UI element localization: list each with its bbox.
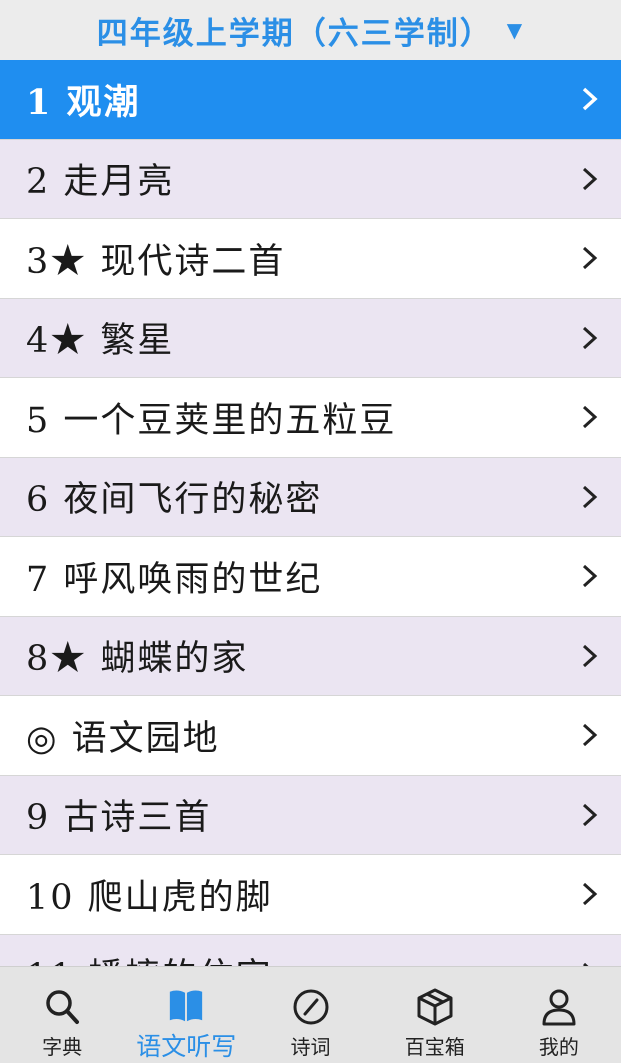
lesson-label: 2 走月亮 [26,162,175,203]
lesson-row[interactable]: 4★ 繁星 [0,298,621,378]
lesson-label: 4★ 繁星 [26,321,175,362]
tab-label: 字典 [42,1035,83,1059]
chevron-right-icon [581,86,599,112]
box-icon [417,988,453,1026]
lesson-label: 3★ 现代诗二首 [26,241,286,282]
lesson-list[interactable]: 1 观潮 2 走月亮 3★ 现代诗二首 4★ 繁星 5 一个豆荚里的五粒豆 6 … [0,60,621,966]
tab-dictation[interactable]: 语文听写 [124,967,248,1063]
search-icon [46,990,80,1024]
tab-poetry[interactable]: 诗词 [248,967,372,1063]
lesson-row[interactable]: 3★ 现代诗二首 [0,219,621,299]
tab-profile[interactable]: 我的 [497,967,621,1063]
tab-dictionary[interactable]: 字典 [0,967,124,1063]
lesson-label: 8★ 蝴蝶的家 [26,639,249,680]
chevron-right-icon [581,881,599,907]
tab-bar: 字典 语文听写 诗词 百宝箱 我的 [0,966,621,1063]
compass-icon [293,989,328,1025]
tab-label: 百宝箱 [404,1035,465,1059]
chevron-right-icon [581,404,599,430]
chevron-right-icon [581,722,599,748]
chevron-right-icon [581,484,599,510]
tab-label: 诗词 [290,1035,331,1059]
chevron-right-icon [581,802,599,828]
chevron-right-icon [581,563,599,589]
lesson-label: 5 一个豆荚里的五粒豆 [26,400,397,441]
lesson-row[interactable]: 2 走月亮 [0,139,621,219]
lesson-row[interactable]: 5 一个豆荚里的五粒豆 [0,378,621,458]
lesson-row[interactable]: 7 呼风唤雨的世纪 [0,537,621,617]
tab-toolbox[interactable]: 百宝箱 [373,967,497,1063]
chevron-right-icon [581,166,599,192]
lesson-row[interactable]: 1 观潮 [0,60,621,140]
page-title: 四年级上学期（六三学制） [96,15,493,52]
lesson-row[interactable]: ◎ 语文园地 [0,696,621,776]
lesson-label: 9 古诗三首 [26,798,212,839]
lesson-label: 11 蟋蟀的住宅 [26,948,273,966]
tab-label: 我的 [538,1035,579,1059]
lesson-label: 7 呼风唤雨的世纪 [26,559,323,600]
book-icon [170,990,203,1022]
chevron-right-icon [581,643,599,669]
tab-label: 语文听写 [136,1032,237,1061]
lesson-label: 10 爬山虎的脚 [26,877,273,918]
grade-selector[interactable]: 四年级上学期（六三学制） ▼ [0,0,621,60]
lesson-row[interactable]: 11 蟋蟀的住宅 [0,934,621,966]
person-icon [542,989,576,1026]
chevron-right-icon [581,325,599,351]
chevron-right-icon [581,245,599,271]
lesson-label: ◎ 语文园地 [26,718,220,759]
lesson-row[interactable]: 6 夜间飞行的秘密 [0,457,621,537]
caret-down-icon: ▼ [506,18,525,42]
lesson-row[interactable]: 10 爬山虎的脚 [0,855,621,935]
lesson-row[interactable]: 9 古诗三首 [0,775,621,855]
lesson-row[interactable]: 8★ 蝴蝶的家 [0,616,621,696]
lesson-label: 6 夜间飞行的秘密 [26,480,323,521]
lesson-label: 1 观潮 [26,81,141,123]
